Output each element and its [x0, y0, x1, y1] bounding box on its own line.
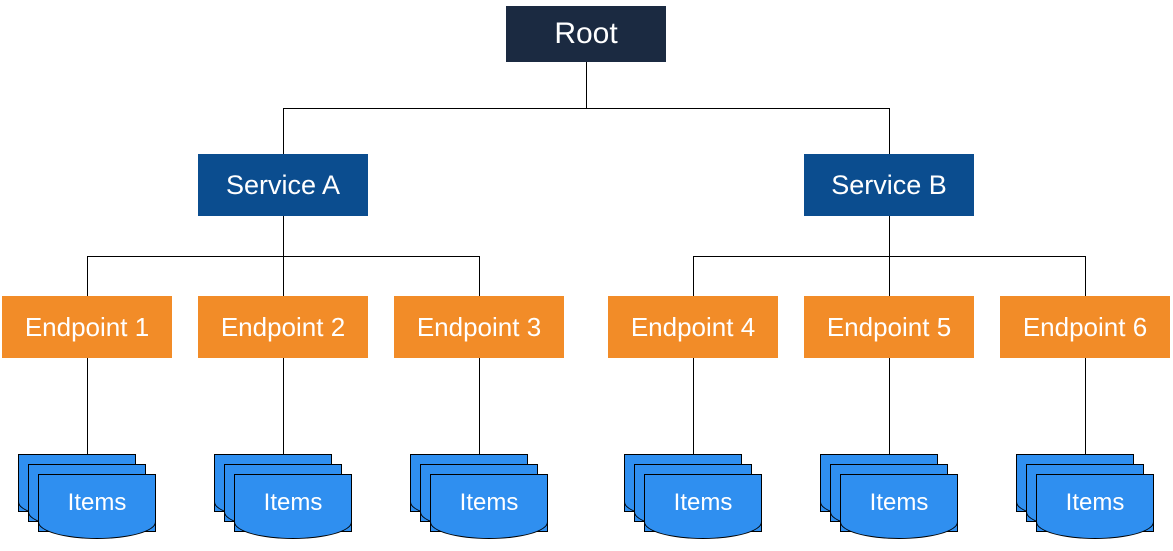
endpoint-label: Endpoint 3	[417, 312, 541, 343]
endpoint-label: Endpoint 1	[25, 312, 149, 343]
endpoint-label: Endpoint 2	[221, 312, 345, 343]
endpoint-1-node: Endpoint 1	[2, 296, 172, 358]
items-label: Items	[68, 489, 127, 517]
connector	[1085, 358, 1086, 454]
items-stack-5: Items	[820, 454, 970, 534]
connector	[283, 108, 284, 154]
items-label: Items	[1066, 489, 1125, 517]
service-a-node: Service A	[198, 154, 368, 216]
items-label: Items	[264, 489, 323, 517]
document-icon: Items	[840, 474, 958, 532]
document-icon: Items	[38, 474, 156, 532]
connector	[283, 108, 890, 109]
items-label: Items	[870, 489, 929, 517]
connector	[889, 256, 890, 296]
connector	[586, 62, 587, 108]
document-icon: Items	[234, 474, 352, 532]
items-stack-2: Items	[214, 454, 364, 534]
endpoint-4-node: Endpoint 4	[608, 296, 778, 358]
connector	[1085, 256, 1086, 296]
service-b-node: Service B	[804, 154, 974, 216]
document-icon: Items	[644, 474, 762, 532]
document-icon: Items	[1036, 474, 1154, 532]
items-label: Items	[674, 489, 733, 517]
connector	[479, 256, 480, 296]
connector	[889, 108, 890, 154]
endpoint-label: Endpoint 5	[827, 312, 951, 343]
items-stack-6: Items	[1016, 454, 1166, 534]
endpoint-label: Endpoint 6	[1023, 312, 1147, 343]
connector	[693, 358, 694, 454]
endpoint-3-node: Endpoint 3	[394, 296, 564, 358]
root-node: Root	[506, 6, 666, 62]
items-label: Items	[460, 489, 519, 517]
connector	[693, 256, 694, 296]
connector	[283, 358, 284, 454]
items-stack-1: Items	[18, 454, 168, 534]
connector	[479, 358, 480, 454]
endpoint-2-node: Endpoint 2	[198, 296, 368, 358]
connector	[283, 216, 284, 256]
document-icon: Items	[430, 474, 548, 532]
root-label: Root	[554, 17, 617, 51]
endpoint-5-node: Endpoint 5	[804, 296, 974, 358]
connector	[87, 256, 88, 296]
connector	[283, 256, 284, 296]
items-stack-3: Items	[410, 454, 560, 534]
service-label: Service A	[226, 170, 340, 201]
connector	[889, 358, 890, 454]
endpoint-label: Endpoint 4	[631, 312, 755, 343]
items-stack-4: Items	[624, 454, 774, 534]
service-label: Service B	[831, 170, 947, 201]
endpoint-6-node: Endpoint 6	[1000, 296, 1170, 358]
connector	[889, 216, 890, 256]
connector	[87, 358, 88, 454]
